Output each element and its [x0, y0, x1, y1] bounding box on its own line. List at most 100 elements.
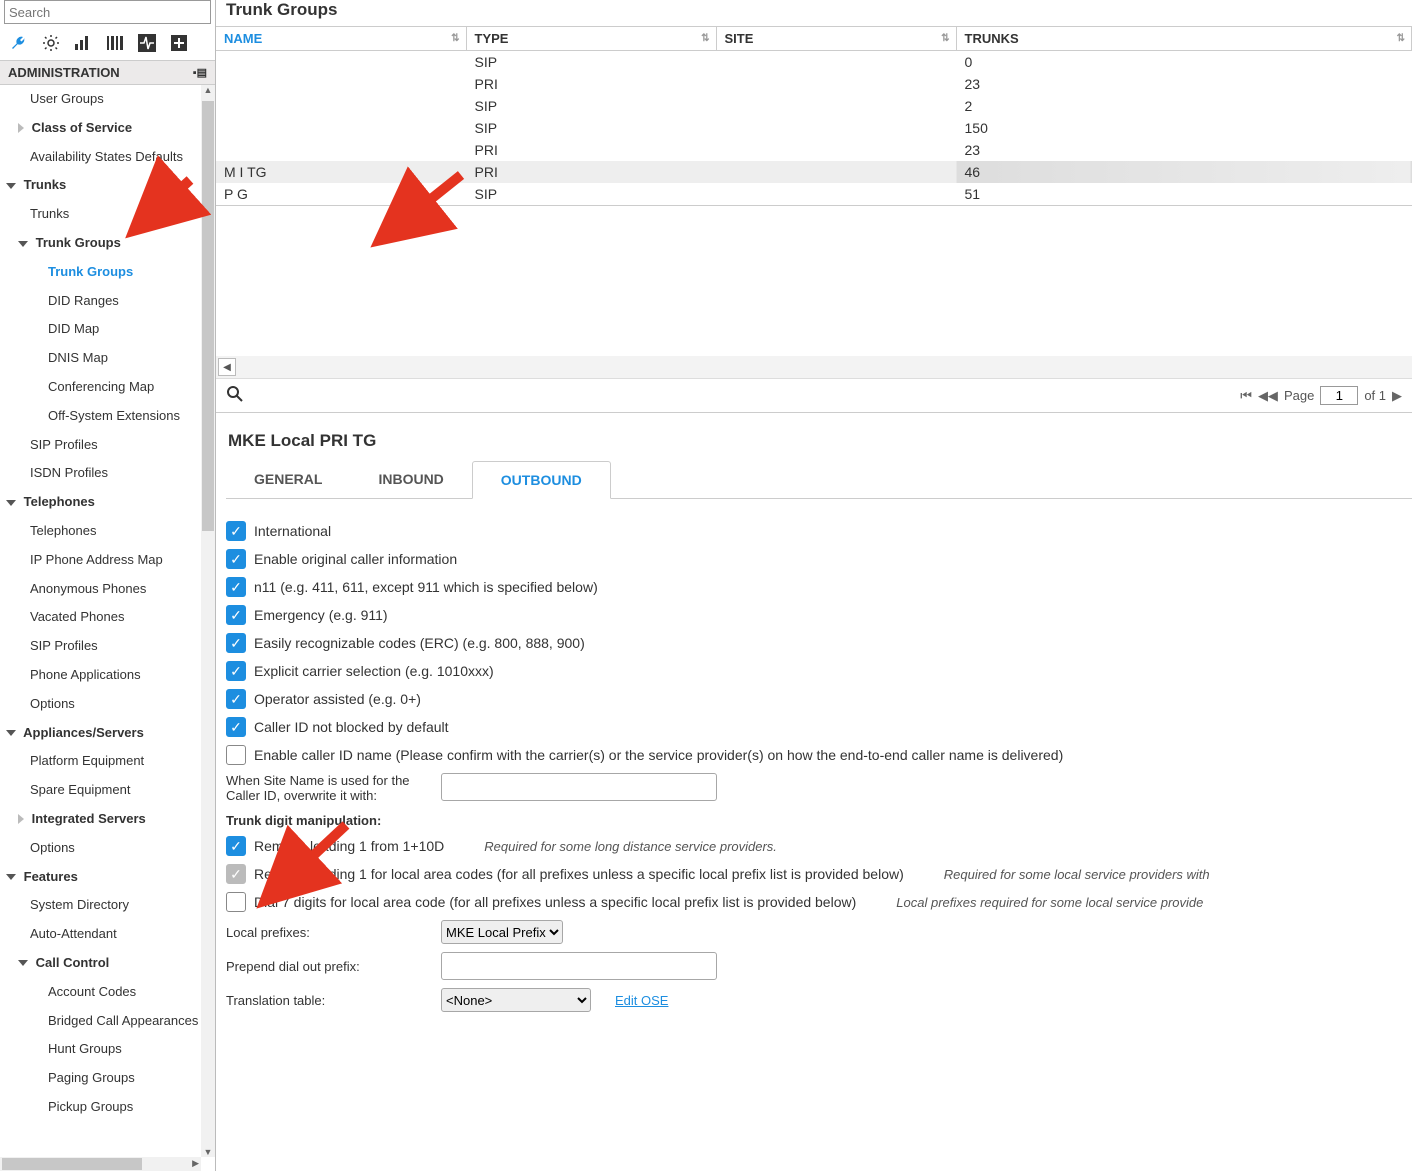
sort-icon[interactable]: ⇅: [1397, 33, 1405, 44]
nav-account-codes[interactable]: Account Codes: [0, 978, 201, 1007]
nav-trunks[interactable]: Trunks: [0, 171, 201, 200]
chk-remove1-10d[interactable]: ✓: [226, 836, 246, 856]
nav-sip-profiles-2[interactable]: SIP Profiles: [0, 632, 201, 661]
chk-cid-name[interactable]: [226, 745, 246, 765]
bars-icon[interactable]: [74, 34, 92, 52]
pager: ⏮ ◀◀ Page of 1 ▶: [1240, 386, 1402, 405]
tab-general[interactable]: GENERAL: [226, 461, 350, 498]
nav-trunks-sub[interactable]: Trunks: [0, 200, 201, 229]
cell-site: [716, 51, 956, 74]
table-row[interactable]: SIP150: [216, 117, 1412, 139]
plus-box-icon[interactable]: [170, 34, 188, 52]
nav-spare-equipment[interactable]: Spare Equipment: [0, 776, 201, 805]
sidebar-scrollbar[interactable]: ▲ ▼: [201, 85, 215, 1157]
lbl-cid-name: Enable caller ID name (Please confirm wi…: [254, 747, 1063, 763]
main-panel: Trunk Groups NAME⇅ TYPE⇅ SITE⇅ TRUNKS⇅ S…: [216, 0, 1412, 1171]
link-edit-ose[interactable]: Edit OSE: [615, 993, 668, 1008]
table-h-scroll[interactable]: ◀: [216, 356, 1412, 379]
nav-appliances[interactable]: Appliances/Servers: [0, 719, 201, 748]
wrench-icon[interactable]: [10, 34, 28, 52]
nav-features[interactable]: Features: [0, 863, 201, 892]
nav-call-control[interactable]: Call Control: [0, 949, 201, 978]
nav-trunk-groups[interactable]: Trunk Groups: [0, 229, 201, 258]
search-icon[interactable]: [226, 385, 244, 406]
barcode-icon[interactable]: [106, 34, 124, 52]
nav-system-directory[interactable]: System Directory: [0, 891, 201, 920]
lbl-erc: Easily recognizable codes (ERC) (e.g. 80…: [254, 635, 585, 651]
nav-off-system-ext[interactable]: Off-System Extensions: [0, 402, 201, 431]
chk-n11[interactable]: ✓: [226, 577, 246, 597]
nav-platform-equipment[interactable]: Platform Equipment: [0, 747, 201, 776]
chk-remove1-local[interactable]: ✓: [226, 864, 246, 884]
nav-pickup-groups[interactable]: Pickup Groups: [0, 1093, 201, 1122]
nav-dnis-map[interactable]: DNIS Map: [0, 344, 201, 373]
gear-icon[interactable]: [42, 34, 60, 52]
nav-conferencing-map[interactable]: Conferencing Map: [0, 373, 201, 402]
chk-cid-not-blocked[interactable]: ✓: [226, 717, 246, 737]
nav-isdn-profiles[interactable]: ISDN Profiles: [0, 459, 201, 488]
lbl-emergency: Emergency (e.g. 911): [254, 607, 388, 623]
nav-user-groups[interactable]: User Groups: [0, 85, 201, 114]
chk-erc[interactable]: ✓: [226, 633, 246, 653]
outbound-form: ✓International ✓Enable original caller i…: [216, 499, 1412, 1034]
input-site-name-overwrite[interactable]: [441, 773, 717, 801]
lbl-international: International: [254, 523, 331, 539]
page-input[interactable]: [1320, 386, 1358, 405]
scroll-left-icon[interactable]: ◀: [218, 358, 236, 376]
sort-icon[interactable]: ⇅: [451, 33, 459, 44]
nav-trunk-groups-sub[interactable]: Trunk Groups: [0, 258, 201, 287]
chk-orig-caller[interactable]: ✓: [226, 549, 246, 569]
col-type[interactable]: TYPE⇅: [466, 27, 716, 51]
detail-title: MKE Local PRI TG: [216, 413, 1412, 461]
nav-anon-phones[interactable]: Anonymous Phones: [0, 575, 201, 604]
nav-auto-attendant[interactable]: Auto-Attendant: [0, 920, 201, 949]
col-site[interactable]: SITE⇅: [716, 27, 956, 51]
input-prepend-prefix[interactable]: [441, 952, 717, 980]
tab-inbound[interactable]: INBOUND: [350, 461, 471, 498]
chk-carrier[interactable]: ✓: [226, 661, 246, 681]
search-input[interactable]: [4, 0, 211, 24]
cell-site: [716, 183, 956, 205]
prev-page-icon[interactable]: ◀◀: [1258, 388, 1278, 404]
sort-icon[interactable]: ⇅: [701, 33, 709, 44]
nav-ip-phone-map[interactable]: IP Phone Address Map: [0, 546, 201, 575]
caret-down-icon: [6, 183, 16, 189]
nav-vacated-phones[interactable]: Vacated Phones: [0, 603, 201, 632]
nav-sip-profiles[interactable]: SIP Profiles: [0, 431, 201, 460]
col-trunks[interactable]: TRUNKS⇅: [956, 27, 1412, 51]
nav-class-of-service[interactable]: Class of Service: [0, 114, 201, 143]
cell-type: SIP: [466, 183, 716, 205]
sel-local-prefixes[interactable]: MKE Local Prefix: [441, 920, 563, 944]
nav-telephones[interactable]: Telephones: [0, 488, 201, 517]
collapse-section-icon[interactable]: ▪▤: [193, 66, 207, 79]
chk-dial7[interactable]: [226, 892, 246, 912]
nav-hunt-groups[interactable]: Hunt Groups: [0, 1035, 201, 1064]
table-row[interactable]: PRI23: [216, 73, 1412, 95]
table-row[interactable]: SIP0: [216, 51, 1412, 74]
nav-avail-states[interactable]: Availability States Defaults: [0, 143, 201, 172]
sel-translation-table[interactable]: <None>: [441, 988, 591, 1012]
nav-integrated-servers[interactable]: Integrated Servers: [0, 805, 201, 834]
col-name[interactable]: NAME⇅: [216, 27, 466, 51]
next-page-icon[interactable]: ▶: [1392, 388, 1402, 404]
sidebar-h-scrollbar[interactable]: ◀ ▶: [0, 1157, 201, 1171]
table-row[interactable]: M I TGPRI46: [216, 161, 1412, 183]
sort-icon[interactable]: ⇅: [941, 33, 949, 44]
pulse-icon[interactable]: [138, 34, 156, 52]
nav-phone-apps[interactable]: Phone Applications: [0, 661, 201, 690]
nav-options[interactable]: Options: [0, 690, 201, 719]
nav-bridged-call[interactable]: Bridged Call Appearances: [0, 1007, 201, 1036]
tab-outbound[interactable]: OUTBOUND: [472, 461, 611, 499]
table-row[interactable]: PRI23: [216, 139, 1412, 161]
nav-options-2[interactable]: Options: [0, 834, 201, 863]
table-row[interactable]: P GSIP51: [216, 183, 1412, 205]
nav-paging-groups[interactable]: Paging Groups: [0, 1064, 201, 1093]
chk-operator[interactable]: ✓: [226, 689, 246, 709]
first-page-icon[interactable]: ⏮: [1240, 388, 1252, 404]
nav-telephones-sub[interactable]: Telephones: [0, 517, 201, 546]
chk-emergency[interactable]: ✓: [226, 605, 246, 625]
table-row[interactable]: SIP2: [216, 95, 1412, 117]
chk-international[interactable]: ✓: [226, 521, 246, 541]
nav-did-ranges[interactable]: DID Ranges: [0, 287, 201, 316]
nav-did-map[interactable]: DID Map: [0, 315, 201, 344]
